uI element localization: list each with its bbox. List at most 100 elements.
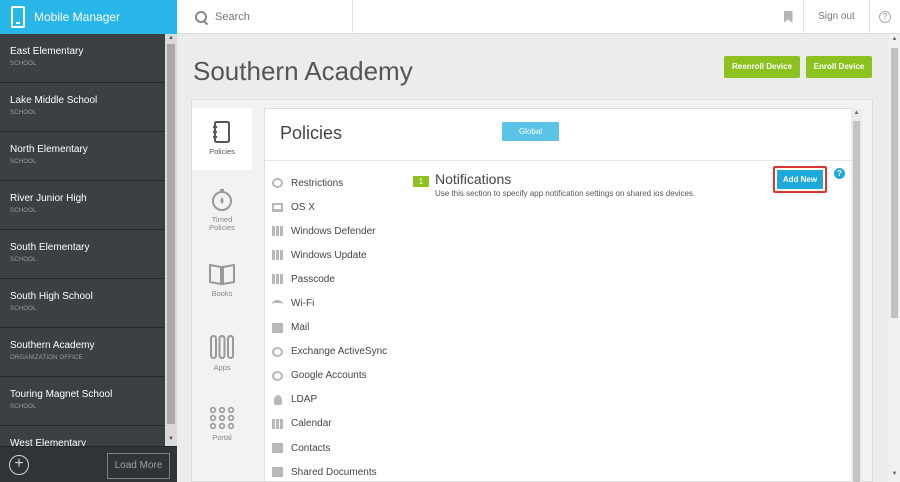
search-input[interactable] <box>215 11 345 23</box>
school-type: SCHOOL <box>10 404 37 410</box>
policy-label: OS X <box>291 201 315 213</box>
policy-item-calendar[interactable]: Calendar <box>272 412 412 436</box>
reenroll-device-button[interactable]: Reenroll Device <box>724 56 800 78</box>
nav-label: Policies <box>209 147 235 156</box>
school-item[interactable]: River Junior High SCHOOL <box>0 181 165 230</box>
nav-apps[interactable]: Apps <box>192 334 252 372</box>
school-type: SCHOOL <box>10 61 37 67</box>
policy-label: LDAP <box>291 394 318 406</box>
search-icon <box>195 11 207 23</box>
policy-item-contacts[interactable]: Contacts <box>272 436 412 460</box>
policy-label: Passcode <box>291 273 335 285</box>
school-name: Touring Magnet School <box>10 389 113 400</box>
add-new-button[interactable]: Add New <box>777 170 823 189</box>
school-item[interactable]: Southern Academy ORGANIZATION OFFICE <box>0 328 165 377</box>
school-name: North Elementary <box>10 144 88 155</box>
school-item[interactable]: South High School SCHOOL <box>0 279 165 328</box>
global-scope-button[interactable]: Global <box>502 122 559 141</box>
scroll-up-icon[interactable]: ▲ <box>889 36 900 42</box>
policy-item-exchange-activesync[interactable]: Exchange ActiveSync <box>272 340 412 364</box>
policies-title: Policies <box>280 123 343 143</box>
school-name: West Elementary <box>10 438 86 446</box>
policy-label: Mail <box>291 322 310 334</box>
grid-icon <box>272 226 283 237</box>
school-item[interactable]: West Elementary <box>0 426 165 446</box>
document-icon <box>272 467 283 478</box>
policies-header: Policies Global <box>265 109 851 161</box>
school-name: South Elementary <box>10 242 90 253</box>
mail-icon <box>272 322 283 333</box>
school-item[interactable]: Touring Magnet School SCHOOL <box>0 377 165 426</box>
notification-count-badge: 1 <box>413 176 429 187</box>
school-item[interactable]: Lake Middle School SCHOOL <box>0 83 165 132</box>
nav-label: Books <box>211 289 233 298</box>
load-more-button[interactable]: Load More <box>107 453 170 479</box>
nav-books[interactable]: Books <box>192 262 252 298</box>
nav-portal[interactable]: Portal <box>192 406 252 442</box>
page-scroll-thumb[interactable] <box>891 48 898 318</box>
mobile-device-icon <box>11 6 25 28</box>
school-item[interactable]: North Elementary SCHOOL <box>0 132 165 181</box>
policy-item-mail[interactable]: Mail <box>272 316 412 340</box>
policy-label: Windows Update <box>291 249 367 261</box>
scroll-up-icon[interactable]: ▲ <box>851 110 862 116</box>
school-type: SCHOOL <box>10 159 37 165</box>
policies-panel: Policies Global Restrictions OS X Window… <box>264 108 852 482</box>
help-icon[interactable]: ? <box>834 168 845 179</box>
nav-timed-policies[interactable]: Timed Policies <box>192 188 252 232</box>
policy-item-google-accounts[interactable]: Google Accounts <box>272 364 412 388</box>
school-type: SCHOOL <box>10 110 37 116</box>
page-scrollbar[interactable]: ▲ ▼ <box>889 34 900 482</box>
school-list: East Elementary SCHOOL Lake Middle Schoo… <box>0 34 165 446</box>
policy-item-ldap[interactable]: LDAP <box>272 388 412 412</box>
content-scrollbar[interactable]: ▲ <box>851 109 862 482</box>
section-nav: Policies Timed Policies Books Apps Porta… <box>192 100 252 482</box>
timer-icon <box>212 189 232 211</box>
sidebar-footer: + Load More <box>0 446 177 482</box>
nav-label: Portal <box>212 433 232 442</box>
policy-label: Restrictions <box>291 177 344 189</box>
ban-icon <box>272 178 283 189</box>
school-item[interactable]: East Elementary SCHOOL <box>0 34 165 83</box>
school-name: East Elementary <box>10 46 84 57</box>
search-box <box>177 0 353 34</box>
notebook-icon <box>213 121 230 143</box>
sidebar: Mobile Manager East Elementary SCHOOL La… <box>0 0 177 482</box>
enroll-device-button[interactable]: Enroll Device <box>806 56 872 78</box>
help-icon[interactable]: ? <box>879 11 891 23</box>
school-type: SCHOOL <box>10 208 37 214</box>
scroll-down-icon[interactable]: ▼ <box>165 436 177 442</box>
sign-out-button[interactable]: Sign out <box>803 0 870 34</box>
policy-item-restrictions[interactable]: Restrictions <box>272 171 412 195</box>
sync-icon <box>272 346 283 357</box>
google-icon <box>272 370 283 381</box>
nav-label: Apps <box>213 363 231 372</box>
school-item[interactable]: South Elementary SCHOOL <box>0 230 165 279</box>
nav-label: Timed Policies <box>209 215 235 232</box>
scroll-down-icon[interactable]: ▼ <box>889 471 900 477</box>
school-name: Lake Middle School <box>10 95 98 106</box>
school-type: SCHOOL <box>10 257 37 263</box>
policy-label: Shared Documents <box>291 466 377 478</box>
content-scroll-thumb[interactable] <box>853 121 860 482</box>
policy-item-passcode[interactable]: Passcode <box>272 267 412 291</box>
school-type: ORGANIZATION OFFICE <box>10 355 83 361</box>
policy-item-shared-documents[interactable]: Shared Documents <box>272 460 412 482</box>
policy-item-os-x[interactable]: OS X <box>272 195 412 219</box>
school-name: Southern Academy <box>10 340 95 351</box>
policy-label: Google Accounts <box>291 370 367 382</box>
monitor-icon <box>272 202 283 212</box>
policy-item-windows-update[interactable]: Windows Update <box>272 243 412 267</box>
sidebar-scroll-thumb[interactable] <box>167 44 175 424</box>
policy-label: Exchange ActiveSync <box>291 346 388 358</box>
app-title: Mobile Manager <box>34 10 121 24</box>
sidebar-scrollbar[interactable]: ▲ ▼ <box>165 34 177 446</box>
nav-policies[interactable]: Policies <box>192 108 252 170</box>
policy-item-wifi[interactable]: Wi-Fi <box>272 291 412 315</box>
bookmark-button[interactable] <box>773 0 803 34</box>
brand-header: Mobile Manager <box>0 0 177 34</box>
policy-item-windows-defender[interactable]: Windows Defender <box>272 219 412 243</box>
scroll-up-icon[interactable]: ▲ <box>165 35 177 41</box>
add-school-button[interactable]: + <box>9 455 29 475</box>
notifications-title: Notifications <box>435 171 512 187</box>
